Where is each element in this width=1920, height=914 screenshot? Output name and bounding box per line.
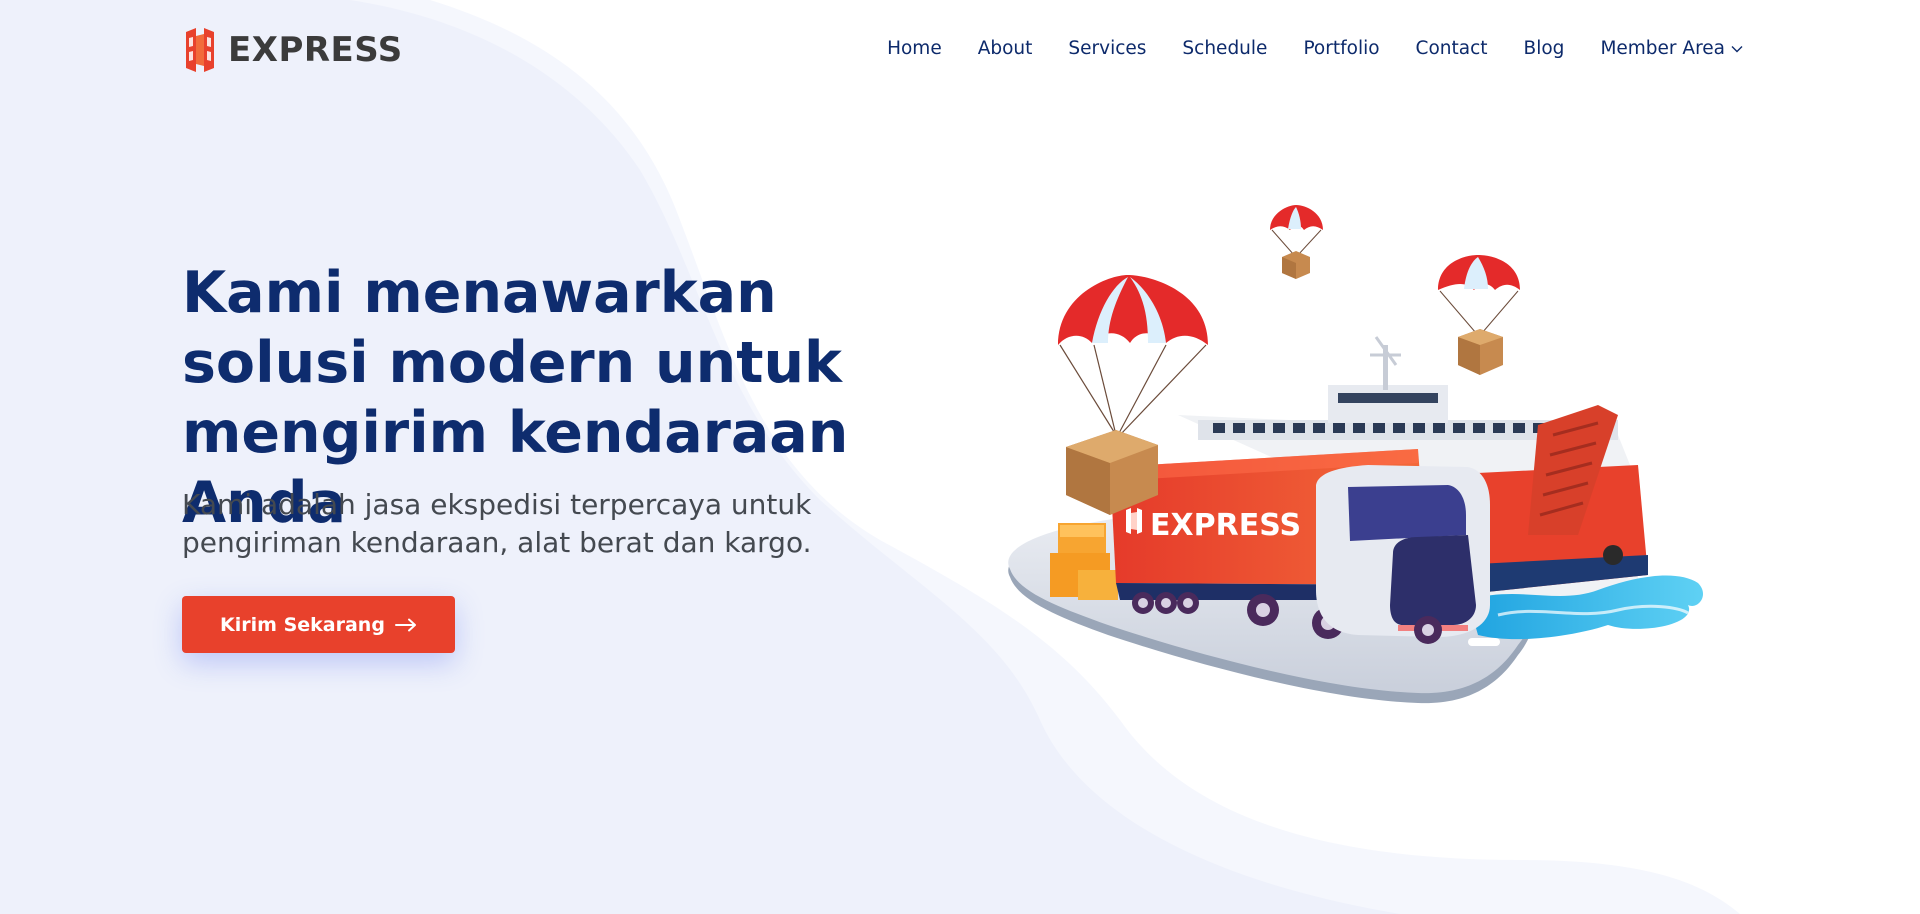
- chevron-down-icon: [1731, 46, 1743, 53]
- brand-logo[interactable]: EXPRESS: [182, 26, 403, 74]
- nav-blog[interactable]: Blog: [1524, 36, 1565, 62]
- nav-home[interactable]: Home: [887, 36, 942, 62]
- nav-member-area-dropdown[interactable]: Member Area: [1600, 36, 1743, 62]
- parachute-small-top: [1270, 205, 1323, 279]
- arrow-right-icon: [394, 618, 416, 631]
- nav-portfolio[interactable]: Portfolio: [1303, 36, 1379, 62]
- brand-name: EXPRESS: [228, 30, 403, 70]
- cta-label: Kirim Sekarang: [220, 613, 385, 636]
- nav-contact[interactable]: Contact: [1416, 36, 1488, 62]
- nav-about[interactable]: About: [978, 36, 1033, 62]
- main-nav: Home About Services Schedule Portfolio C…: [887, 36, 1743, 62]
- logistics-illustration: EXPRESS: [1008, 205, 1704, 704]
- nav-services[interactable]: Services: [1068, 36, 1146, 62]
- nav-schedule[interactable]: Schedule: [1182, 36, 1267, 62]
- svg-text:EXPRESS: EXPRESS: [1150, 508, 1301, 543]
- logo-mark-icon: [186, 28, 214, 72]
- kirim-sekarang-button[interactable]: Kirim Sekarang: [182, 596, 455, 653]
- hero-subtitle: Kami adalah jasa ekspedisi terpercaya un…: [182, 488, 812, 559]
- nav-member-area-label: Member Area: [1600, 38, 1725, 59]
- landing-page: EXPRESS Home About Services Schedule Por…: [0, 0, 1920, 914]
- parachute-small-right: [1438, 255, 1520, 375]
- site-header: EXPRESS Home About Services Schedule Por…: [0, 0, 1920, 100]
